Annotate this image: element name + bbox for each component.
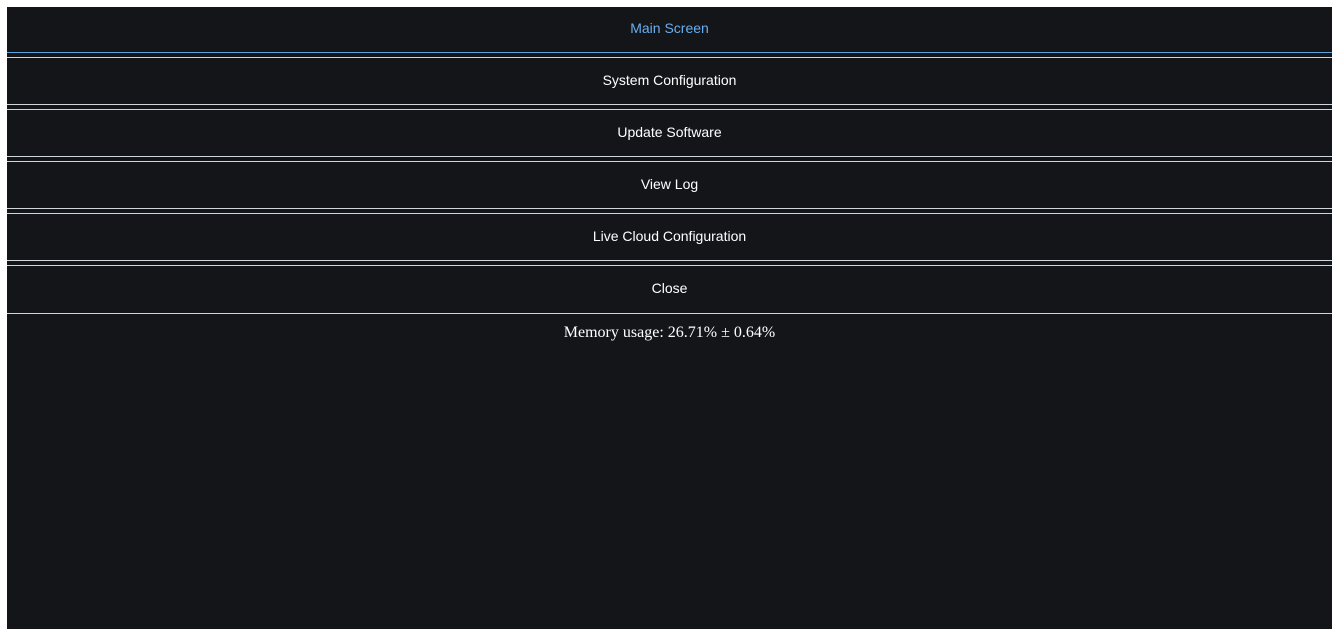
menu-item-live-cloud-configuration[interactable]: Live Cloud Configuration bbox=[7, 215, 1332, 266]
app-window: Main Screen System Configuration Update … bbox=[7, 7, 1332, 629]
menu-item-close[interactable]: Close bbox=[7, 267, 1332, 314]
menu-item-update-software[interactable]: Update Software bbox=[7, 111, 1332, 162]
menu-item-system-configuration[interactable]: System Configuration bbox=[7, 59, 1332, 110]
memory-usage-text: Memory usage: 26.71% ± 0.64% bbox=[563, 324, 776, 341]
menu-item-main-screen[interactable]: Main Screen bbox=[7, 7, 1332, 58]
main-menu: Main Screen System Configuration Update … bbox=[7, 7, 1332, 314]
menu-item-view-log[interactable]: View Log bbox=[7, 163, 1332, 214]
